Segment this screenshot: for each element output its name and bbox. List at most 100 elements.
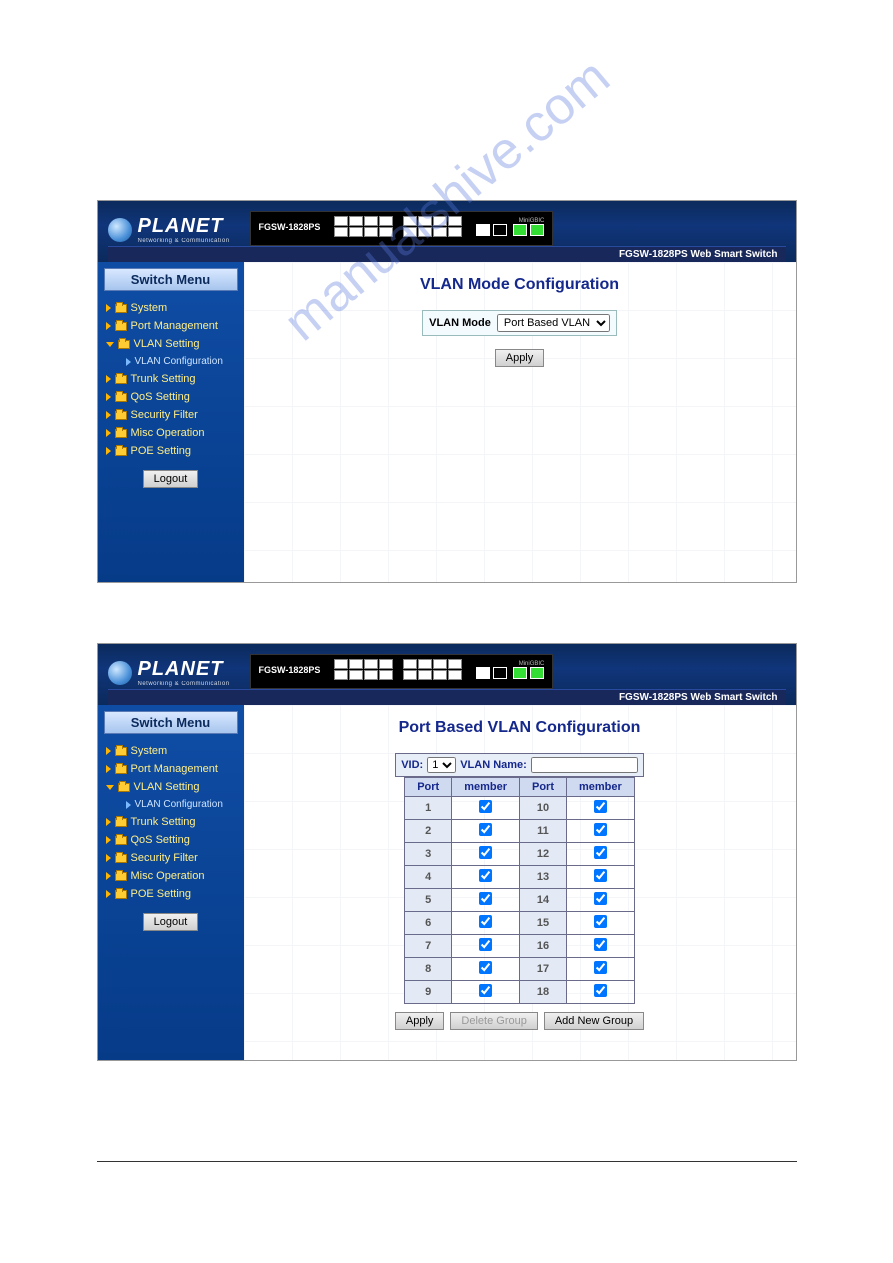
brand-name: PLANET (138, 658, 230, 681)
sidebar: Switch Menu System Port Management VLAN … (98, 262, 244, 582)
port-number: 11 (520, 820, 567, 843)
member-checkbox[interactable] (479, 846, 492, 859)
bullet-icon (106, 872, 111, 880)
col-port: Port (520, 778, 567, 797)
member-checkbox[interactable] (479, 869, 492, 882)
member-checkbox[interactable] (594, 869, 607, 882)
bullet-icon (106, 818, 111, 826)
member-cell (452, 912, 520, 935)
member-cell (452, 981, 520, 1004)
logout-button[interactable]: Logout (143, 470, 199, 488)
apply-button[interactable]: Apply (395, 1012, 445, 1030)
member-checkbox[interactable] (594, 800, 607, 813)
sidebar-item-qos-setting[interactable]: QoS Setting (104, 388, 238, 406)
vlan-mode-row: VLAN Mode Port Based VLAN (422, 310, 617, 336)
sidebar-item-poe-setting[interactable]: POE Setting (104, 885, 238, 903)
port-number: 4 (405, 866, 452, 889)
bullet-icon (106, 447, 111, 455)
port-number: 3 (405, 843, 452, 866)
sidebar-item-security-filter[interactable]: Security Filter (104, 406, 238, 424)
col-member: member (452, 778, 520, 797)
member-checkbox[interactable] (594, 823, 607, 836)
app-header: PLANET Networking & Communication FGSW-1… (98, 644, 796, 705)
sidebar-item-security-filter[interactable]: Security Filter (104, 849, 238, 867)
member-checkbox[interactable] (594, 846, 607, 859)
sidebar-item-label: POE Setting (131, 445, 192, 457)
sidebar-item-label: VLAN Configuration (135, 356, 223, 367)
bullet-icon (106, 890, 111, 898)
sidebar: Switch Menu System Port Management VLAN … (98, 705, 244, 1060)
member-checkbox[interactable] (479, 823, 492, 836)
bullet-icon (106, 747, 111, 755)
table-row: 514 (405, 889, 635, 912)
port-number: 6 (405, 912, 452, 935)
sidebar-item-label: System (131, 745, 168, 757)
member-checkbox[interactable] (479, 800, 492, 813)
member-checkbox[interactable] (479, 961, 492, 974)
port-number: 1 (405, 797, 452, 820)
member-cell (567, 843, 635, 866)
sidebar-item-trunk-setting[interactable]: Trunk Setting (104, 813, 238, 831)
sidebar-item-system[interactable]: System (104, 299, 238, 317)
member-checkbox[interactable] (594, 984, 607, 997)
sidebar-item-port-management[interactable]: Port Management (104, 317, 238, 335)
sidebar-item-misc-operation[interactable]: Misc Operation (104, 867, 238, 885)
sidebar-item-poe-setting[interactable]: POE Setting (104, 442, 238, 460)
port-number: 18 (520, 981, 567, 1004)
sidebar-item-label: POE Setting (131, 888, 192, 900)
globe-icon (108, 661, 132, 685)
device-model-label: FGSW-1828PS (259, 665, 321, 675)
member-checkbox[interactable] (479, 892, 492, 905)
brand-tagline: Networking & Communication (138, 681, 230, 687)
member-checkbox[interactable] (479, 938, 492, 951)
vlan-name-input[interactable] (531, 757, 638, 773)
bullet-icon (126, 801, 131, 809)
sidebar-item-vlan-setting[interactable]: VLAN Setting (104, 335, 238, 353)
member-cell (567, 797, 635, 820)
sidebar-item-vlan-configuration[interactable]: VLAN Configuration (104, 796, 238, 813)
member-checkbox[interactable] (479, 984, 492, 997)
member-checkbox[interactable] (594, 961, 607, 974)
sidebar-item-misc-operation[interactable]: Misc Operation (104, 424, 238, 442)
member-cell (452, 889, 520, 912)
port-number: 13 (520, 866, 567, 889)
sidebar-item-label: Security Filter (131, 852, 198, 864)
vid-select[interactable]: 1 (427, 757, 456, 773)
member-checkbox[interactable] (594, 915, 607, 928)
logout-button[interactable]: Logout (143, 913, 199, 931)
apply-button[interactable]: Apply (495, 349, 545, 367)
sidebar-item-qos-setting[interactable]: QoS Setting (104, 831, 238, 849)
table-row: 211 (405, 820, 635, 843)
folder-icon (115, 872, 127, 881)
sidebar-item-label: Trunk Setting (131, 373, 196, 385)
vid-label: VID: (401, 759, 423, 771)
sidebar-item-port-management[interactable]: Port Management (104, 760, 238, 778)
globe-icon (108, 218, 132, 242)
member-checkbox[interactable] (594, 892, 607, 905)
folder-icon (115, 375, 127, 384)
uplink-ports-icon: MiniGBIC (476, 661, 544, 679)
member-cell (452, 820, 520, 843)
add-new-group-button[interactable]: Add New Group (544, 1012, 644, 1030)
bullet-icon (106, 854, 111, 862)
vlan-mode-select[interactable]: Port Based VLAN (497, 314, 610, 332)
sidebar-item-label: Port Management (131, 320, 218, 332)
header-subtitle: FGSW-1828PS Web Smart Switch (108, 689, 786, 705)
sidebar-item-system[interactable]: System (104, 742, 238, 760)
bullet-icon (106, 765, 111, 773)
member-cell (452, 866, 520, 889)
folder-icon (115, 836, 127, 845)
app-header: PLANET Networking & Communication FGSW-1… (98, 201, 796, 262)
sidebar-item-trunk-setting[interactable]: Trunk Setting (104, 370, 238, 388)
member-checkbox[interactable] (479, 915, 492, 928)
port-number: 8 (405, 958, 452, 981)
col-port: Port (405, 778, 452, 797)
sidebar-item-vlan-configuration[interactable]: VLAN Configuration (104, 353, 238, 370)
bullet-icon (106, 429, 111, 437)
member-checkbox[interactable] (594, 938, 607, 951)
delete-group-button[interactable]: Delete Group (450, 1012, 537, 1030)
port-number: 15 (520, 912, 567, 935)
sidebar-item-vlan-setting[interactable]: VLAN Setting (104, 778, 238, 796)
brand-name: PLANET (138, 215, 230, 238)
member-cell (567, 981, 635, 1004)
